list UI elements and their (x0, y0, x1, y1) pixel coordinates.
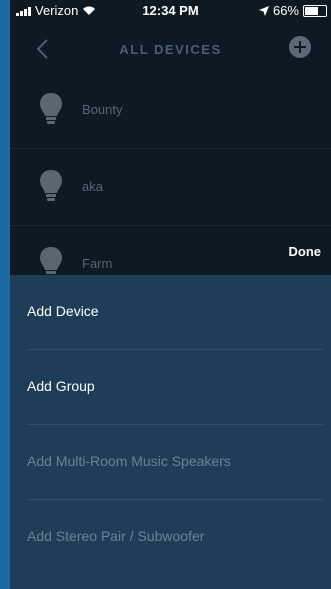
option-label: Add Stereo Pair / Subwoofer (27, 528, 205, 544)
battery-group: 66% (258, 3, 327, 18)
done-button[interactable]: Done (289, 244, 322, 259)
add-multi-room-speakers-option: Add Multi-Room Music Speakers (10, 425, 331, 500)
lightbulb-icon (40, 93, 62, 124)
page-title: ALL DEVICES (119, 42, 222, 57)
location-arrow-icon (258, 5, 269, 16)
add-circle-icon[interactable] (289, 36, 311, 58)
device-name: aka (82, 179, 103, 194)
device-name: Bounty (82, 102, 123, 117)
device-list: Bounty aka Farm (10, 72, 331, 303)
lightbulb-icon (40, 170, 62, 201)
option-label: Add Device (27, 303, 99, 319)
device-name: Farm (82, 256, 113, 271)
add-group-option[interactable]: Add Group (10, 350, 331, 425)
device-row[interactable]: Bounty (10, 72, 331, 149)
phone-screen: Verizon 12:34 PM 66% ALL DEVICES Bounty … (10, 0, 331, 589)
header: ALL DEVICES (10, 22, 331, 76)
device-row[interactable]: aka (10, 149, 331, 226)
add-action-sheet: Add Device Add Group Add Multi-Room Musi… (10, 275, 331, 589)
option-label: Add Multi-Room Music Speakers (27, 453, 231, 469)
status-bar: Verizon 12:34 PM 66% (10, 0, 331, 20)
add-device-option[interactable]: Add Device (10, 275, 331, 350)
add-stereo-pair-option: Add Stereo Pair / Subwoofer (10, 500, 331, 575)
battery-icon (303, 4, 327, 17)
option-label: Add Group (27, 378, 95, 394)
battery-percent: 66% (272, 3, 299, 18)
